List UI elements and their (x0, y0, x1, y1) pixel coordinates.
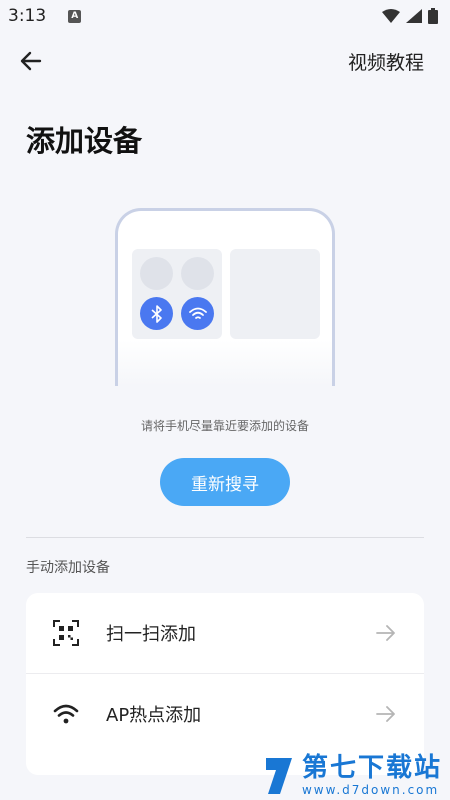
device-illustration (115, 208, 335, 386)
back-button[interactable] (16, 46, 46, 76)
rescan-button[interactable]: 重新搜寻 (160, 458, 290, 506)
status-time: 3:13 (8, 6, 47, 26)
placeholder-dot (181, 257, 214, 290)
ap-hotspot-add-row[interactable]: AP热点添加 (26, 673, 424, 753)
illustration-right-panel (230, 249, 320, 339)
bluetooth-icon (140, 297, 173, 330)
top-bar: 视频教程 (0, 38, 450, 84)
placeholder-dot (140, 257, 173, 290)
battery-icon (428, 8, 438, 24)
notification-icon: A (68, 9, 82, 23)
ap-hotspot-add-label: AP热点添加 (106, 704, 202, 726)
watermark-logo-icon (265, 757, 292, 794)
manual-add-section-label: 手动添加设备 (26, 560, 110, 576)
status-bar: 3:13 A (0, 0, 450, 32)
arrow-left-icon (20, 51, 42, 71)
qr-scan-icon (52, 619, 80, 647)
scan-add-row[interactable]: 扫一扫添加 (26, 593, 424, 673)
video-tutorial-link[interactable]: 视频教程 (348, 48, 424, 75)
wifi-signal-icon (382, 9, 400, 23)
watermark: 第七下载站 www.d7down.com (262, 755, 442, 796)
arrow-right-icon (376, 706, 395, 722)
illustration-left-panel (132, 249, 222, 339)
proximity-hint: 请将手机尽量靠近要添加的设备 (140, 419, 309, 433)
watermark-url: www.d7down.com (301, 783, 440, 797)
cell-signal-icon (406, 9, 422, 23)
wifi-icon (52, 700, 80, 728)
scan-add-label: 扫一扫添加 (106, 624, 196, 645)
arrow-right-icon (376, 625, 395, 641)
divider (26, 537, 424, 538)
wifi-icon (181, 297, 214, 330)
manual-add-card: 扫一扫添加 AP热点添加 (26, 593, 424, 775)
page-title: 添加设备 (26, 124, 143, 158)
watermark-title: 第七下载站 (301, 753, 442, 783)
